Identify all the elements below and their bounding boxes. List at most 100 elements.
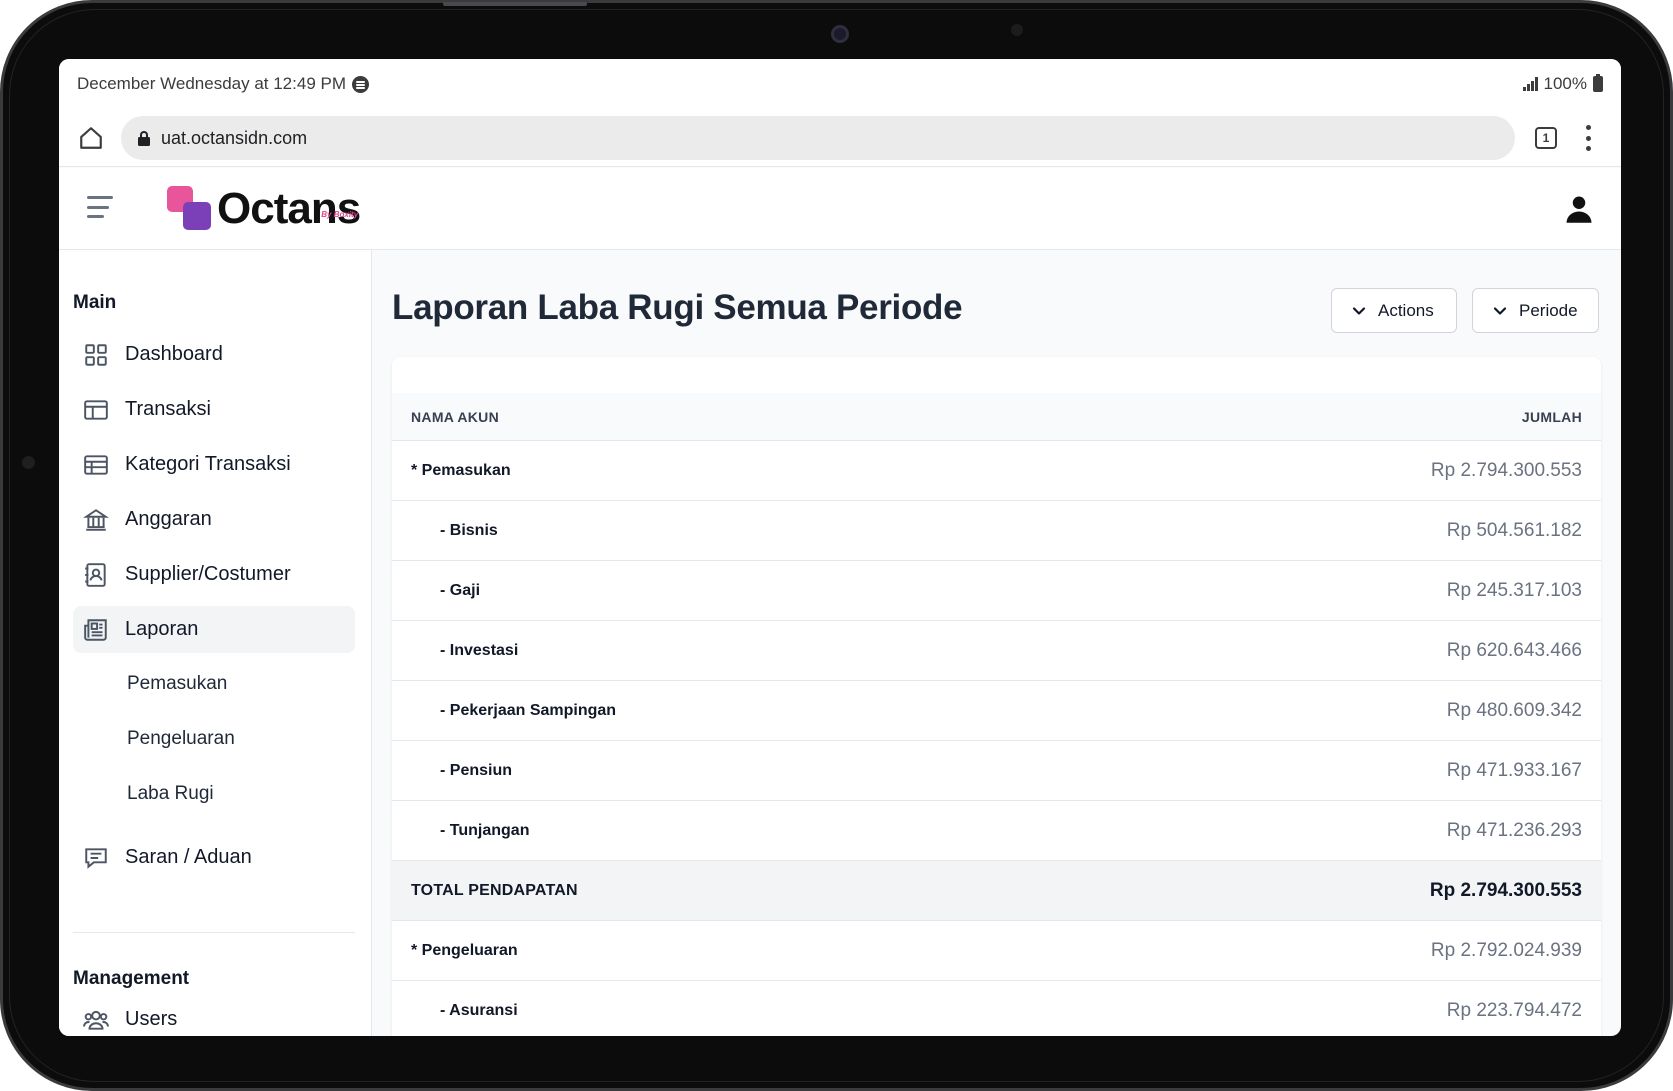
sidebar-divider [73,932,355,933]
report-table-card: NAMA AKUN JUMLAH * Pemasukan Rp 2.794.30… [392,357,1601,1036]
chevron-down-icon [1493,306,1507,315]
account-amount: Rp 620.643.466 [1446,639,1582,661]
octans-logo[interactable]: Octans By Boxity [167,184,361,234]
sidebar-item-anggaran[interactable]: Anggaran [73,496,355,543]
account-amount: Rp 471.236.293 [1446,819,1582,841]
account-name: - Tunjangan [440,821,530,839]
bank-icon [83,508,109,531]
url-text: uat.octansidn.com [161,127,308,148]
main-content: Laporan Laba Rugi Semua Periode Actions … [372,250,1621,1036]
sidebar-subitem-laba-rugi[interactable]: Laba Rugi [127,779,214,809]
signal-icon [1522,77,1538,91]
app-header: Octans By Boxity [59,168,1621,250]
tablet-frame: December Wednesday at 12:49 PM 100% uat.… [0,0,1673,1091]
account-name: - Bisnis [440,521,498,539]
table-row: * Pengeluaran Rp 2.792.024.939 [392,920,1601,980]
power-button [443,2,587,6]
sidebar-section-main: Main [73,292,117,313]
account-name: * Pengeluaran [411,941,518,959]
account-name: - Pekerjaan Sampingan [440,701,617,719]
logo-mark [167,186,213,232]
table-row: * Pemasukan Rp 2.794.300.553 [392,440,1601,500]
actions-label: Actions [1378,300,1434,320]
table-row: - Asuransi Rp 223.794.472 [392,980,1601,1036]
status-bar: December Wednesday at 12:49 PM 100% [59,59,1621,109]
sidebar-item-label: Transaksi [125,398,211,420]
table-row: - Gaji Rp 245.317.103 [392,560,1601,620]
sidebar-item-label: Users [125,1008,178,1030]
front-camera [831,25,849,43]
sidebar-item-laporan[interactable]: Laporan [73,606,355,653]
home-button[interactable] [59,109,123,167]
actions-button[interactable]: Actions [1331,288,1457,333]
account-name: - Investasi [440,641,519,659]
battery-icon [1593,74,1603,92]
account-amount: Rp 2.792.024.939 [1430,939,1582,961]
tab-switcher-button[interactable]: 1 [1535,127,1557,149]
user-profile-icon[interactable] [1564,194,1594,224]
newspaper-icon [84,618,107,641]
layout-icon [84,399,108,420]
account-name: - Gaji [440,581,481,599]
sidebar-subitem-pemasukan[interactable]: Pemasukan [127,669,227,699]
sidebar-section-management: Management [73,968,190,989]
contact-book-icon [85,562,106,587]
periode-button[interactable]: Periode [1472,288,1599,333]
logo-text: Octans By Boxity [217,187,361,231]
total-row: TOTAL PENDAPATAN Rp 2.794.300.553 [392,860,1601,920]
sidebar-item-label: Anggaran [125,508,212,530]
periode-label: Periode [1519,300,1578,320]
account-amount: Rp 2.794.300.553 [1430,459,1582,481]
column-header-nama-akun: NAMA AKUN [411,408,499,425]
menu-toggle-icon[interactable] [87,196,113,218]
sidebar-item-kategori-transaksi[interactable]: Kategori Transaksi [73,441,355,488]
sidebar-item-supplier-costumer[interactable]: Supplier/Costumer [73,551,355,598]
column-header-jumlah: JUMLAH [1521,408,1582,425]
sidebar-item-dashboard[interactable]: Dashboard [73,331,355,378]
lock-icon [138,131,150,146]
table-row: - Bisnis Rp 504.561.182 [392,500,1601,560]
screen: December Wednesday at 12:49 PM 100% uat.… [59,59,1621,1036]
account-amount: Rp 471.933.167 [1446,759,1582,781]
home-icon [80,126,102,149]
battery-percent: 100% [1543,74,1587,93]
users-icon [83,1010,109,1030]
sidebar-item-label: Saran / Aduan [125,846,252,868]
account-name: - Pensiun [440,761,513,779]
dashboard-icon [85,343,107,366]
sidebar-item-label: Dashboard [125,343,223,365]
sidebar-item-transaksi[interactable]: Transaksi [73,386,355,433]
side-sensor [22,456,35,469]
account-name: * Pemasukan [411,461,511,479]
sidebar-item-users[interactable]: Users [73,996,355,1036]
message-icon [85,847,107,869]
sidebar-item-label: Laporan [125,618,199,640]
status-indicators: 100% [1522,74,1603,94]
table-row: - Tunjangan Rp 471.236.293 [392,800,1601,860]
chevron-down-icon [1352,306,1366,315]
sidebar-item-label: Kategori Transaksi [125,453,291,475]
table-icon [84,454,108,475]
light-sensor [1011,24,1023,36]
page-title: Laporan Laba Rugi Semua Periode [392,288,963,327]
table-row: - Investasi Rp 620.643.466 [392,620,1601,680]
address-bar[interactable]: uat.octansidn.com [121,116,1515,160]
account-amount: Rp 480.609.342 [1446,699,1582,721]
account-amount: Rp 223.794.472 [1446,999,1582,1021]
account-amount: Rp 504.561.182 [1446,519,1582,541]
status-time-group: December Wednesday at 12:49 PM [77,74,369,94]
account-name: - Asuransi [440,1001,518,1019]
sidebar-item-saran-aduan[interactable]: Saran / Aduan [73,834,355,881]
logo-subtitle: By Boxity [321,210,359,219]
browser-menu-button[interactable] [1584,123,1592,153]
sidebar-item-label: Supplier/Costumer [125,563,291,585]
sidebar: Main Dashboard Transaksi Kategori Transa [59,250,372,1036]
total-amount: Rp 2.794.300.553 [1429,879,1582,901]
spotify-icon [352,75,369,93]
table-header: NAMA AKUN JUMLAH [392,393,1601,440]
total-label: TOTAL PENDAPATAN [411,881,578,899]
status-time: December Wednesday at 12:49 PM [77,74,346,93]
table-row: - Pensiun Rp 471.933.167 [392,740,1601,800]
table-row: - Pekerjaan Sampingan Rp 480.609.342 [392,680,1601,740]
sidebar-subitem-pengeluaran[interactable]: Pengeluaran [127,724,235,754]
